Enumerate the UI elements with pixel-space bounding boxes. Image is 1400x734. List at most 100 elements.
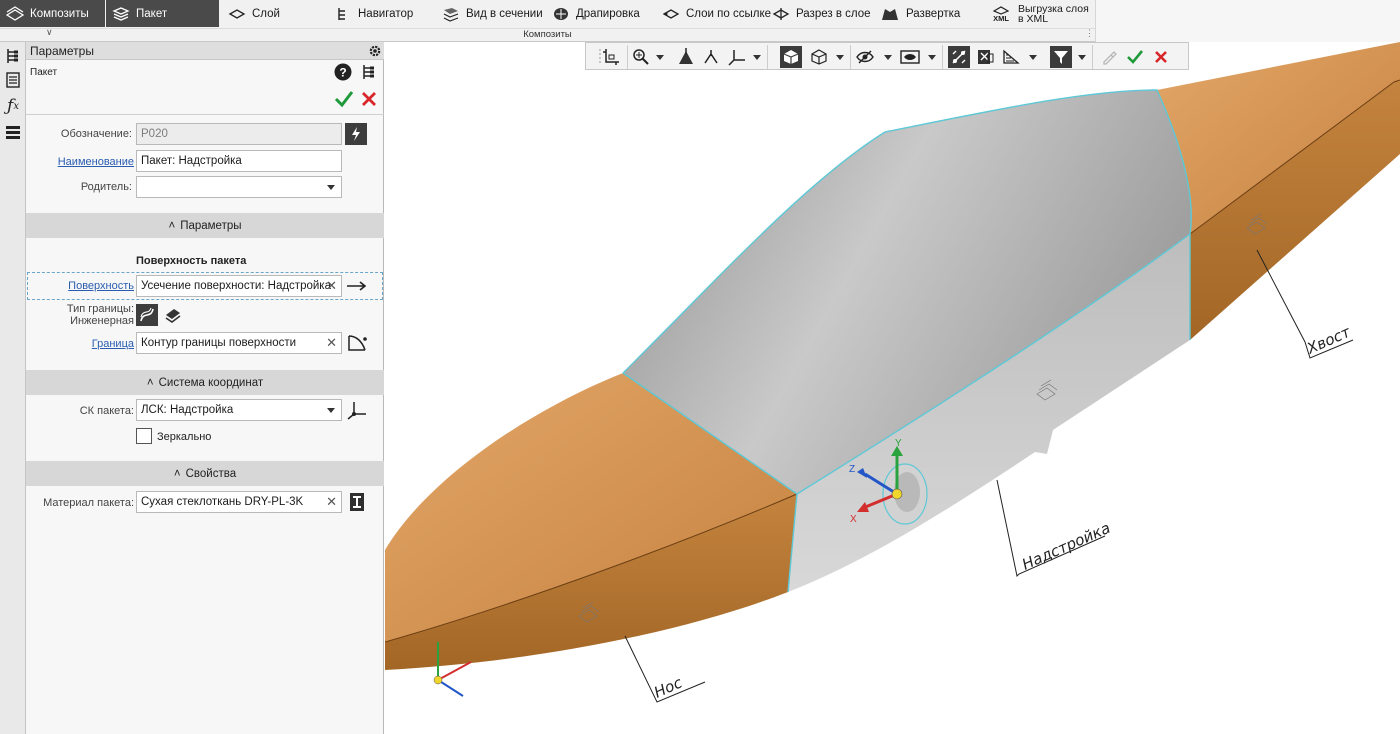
parent-dropdown[interactable] xyxy=(136,176,342,198)
ribbon-tab-draping[interactable]: Драпировка xyxy=(546,0,646,27)
pipette-icon[interactable] xyxy=(1098,46,1120,68)
3d-viewport[interactable]: Y Z X Хвост Надстройка Нос xyxy=(385,42,1400,734)
boundary-label-link[interactable]: Граница xyxy=(26,338,134,350)
material-field[interactable]: Сухая стеклоткань DRY-PL-3K ✕ xyxy=(136,491,342,513)
layers-menu-icon[interactable] xyxy=(3,122,23,142)
axis-orientation-icon[interactable] xyxy=(726,46,748,68)
help-icon[interactable]: ? xyxy=(334,63,352,81)
surface-field[interactable]: Усечение поверхности: Надстройка ✕ xyxy=(136,275,342,297)
ribbon-tab-label: Вид в сечении xyxy=(466,7,543,20)
clear-icon[interactable]: ✕ xyxy=(326,495,337,508)
boundary-type-label-line1: Тип границы: xyxy=(66,303,134,315)
name-label-link[interactable]: Наименование xyxy=(26,156,134,168)
layers-caret-icon[interactable] xyxy=(1029,55,1037,60)
generate-lightning-button[interactable] xyxy=(345,123,367,145)
layer-stack-icon[interactable] xyxy=(1000,46,1022,68)
ribbon-tab-navigator[interactable]: Навигатор xyxy=(330,0,419,27)
tail-part[interactable] xyxy=(1157,42,1400,340)
ribbon-tab-layer-cut[interactable]: Разрез в слое xyxy=(766,0,877,27)
view-caret-icon[interactable] xyxy=(928,55,936,60)
orient-view-icon[interactable] xyxy=(675,46,697,68)
material-value: Сухая стеклоткань DRY-PL-3K xyxy=(141,496,304,508)
orientation-caret-icon[interactable] xyxy=(753,55,761,60)
section-props-header[interactable]: ˄ Свойства xyxy=(26,461,384,486)
ribbon-group-label: Композиты xyxy=(0,28,1095,41)
arrow-right-icon[interactable] xyxy=(346,281,368,291)
designation-field: P020 xyxy=(136,123,342,145)
filter-caret-icon[interactable] xyxy=(1078,55,1086,60)
clear-icon[interactable]: ✕ xyxy=(326,336,337,349)
ribbon-tab-label: Драпировка xyxy=(576,7,640,20)
mirror-checkbox[interactable] xyxy=(136,428,152,444)
surface-label-link[interactable]: Поверхность xyxy=(26,280,134,292)
lightning-icon xyxy=(352,127,360,141)
tree-structure-icon[interactable] xyxy=(361,64,377,80)
ribbon-tab-label: Навигатор xyxy=(358,7,414,20)
model-view: Y Z X Хвост Надстройка Нос xyxy=(385,42,1400,703)
boundary-alt-button[interactable] xyxy=(162,304,184,326)
show-eye-icon[interactable] xyxy=(899,46,921,68)
ribbon-tab-layer[interactable]: Слой xyxy=(222,0,286,27)
material-library-icon xyxy=(350,493,364,511)
chevron-down-icon xyxy=(327,408,335,413)
xml-icon-label: XML xyxy=(993,13,1009,23)
apply-checkmark-button[interactable] xyxy=(1124,46,1146,68)
filter-icon[interactable] xyxy=(1050,46,1072,68)
ok-checkmark-button[interactable] xyxy=(334,90,354,108)
ribbon-tab-label: Слои по ссылке xyxy=(686,7,772,20)
gear-icon[interactable] xyxy=(368,44,382,58)
tree-icon[interactable] xyxy=(3,46,23,66)
display-caret-icon[interactable] xyxy=(836,55,844,60)
coordinate-system-icon[interactable] xyxy=(346,400,368,420)
boundary-field[interactable]: Контур границы поверхности ✕ xyxy=(136,332,342,354)
variables-fx-icon[interactable]: ƒx xyxy=(3,96,23,116)
left-tool-strip: ƒx xyxy=(0,42,26,734)
xml-export-icon: XML xyxy=(990,5,1012,23)
section-params-header[interactable]: ˄ Параметры xyxy=(26,213,384,238)
designation-label: Обозначение: xyxy=(60,128,132,140)
constraints-icon[interactable] xyxy=(948,46,970,68)
select-contour-icon[interactable] xyxy=(346,333,368,353)
section-view-icon xyxy=(443,7,459,22)
material-label: Материал пакета: xyxy=(43,497,134,509)
svg-text:?: ? xyxy=(339,66,346,80)
name-field[interactable]: Пакет: Надстройка xyxy=(136,150,342,172)
material-library-button[interactable] xyxy=(346,491,368,513)
ribbon-tab-label: Пакет xyxy=(136,7,168,20)
ribbon-tab-composites[interactable]: Композиты xyxy=(0,0,105,27)
shaded-cube-icon[interactable] xyxy=(780,46,802,68)
layered-boundary-icon xyxy=(165,309,181,323)
wireframe-cube-icon[interactable] xyxy=(808,46,830,68)
ribbon-tab-linked-layers[interactable]: Слои по ссылке xyxy=(656,0,777,27)
close-x-button[interactable] xyxy=(1150,46,1172,68)
section-cs-label: Система координат xyxy=(158,376,264,389)
rotate-view-icon[interactable] xyxy=(700,46,722,68)
boundary-engineering-button[interactable] xyxy=(136,304,158,326)
sketch-plane-icon[interactable] xyxy=(600,46,622,68)
cancel-x-button[interactable] xyxy=(361,91,377,107)
ribbon-tab-package[interactable]: Пакет xyxy=(106,0,219,27)
toolbar-separator xyxy=(627,45,628,69)
surface-group-title: Поверхность пакета xyxy=(136,255,247,267)
zoom-icon[interactable] xyxy=(630,46,652,68)
ribbon-tab-xml-export[interactable]: XML Выгрузка слоя в XML xyxy=(984,0,1095,28)
clear-icon[interactable]: ✕ xyxy=(326,279,337,292)
layer-icon xyxy=(228,8,246,19)
hide-eye-icon[interactable] xyxy=(854,46,876,68)
toolbar-separator xyxy=(767,45,768,69)
ribbon-tab-section-view[interactable]: Вид в сечении xyxy=(436,0,549,27)
ribbon-tab-flat-pattern[interactable]: Развертка xyxy=(874,0,966,27)
chevron-up-icon: ˄ xyxy=(146,376,154,389)
section-cs-header[interactable]: ˄ Система координат xyxy=(26,370,384,395)
visibility-caret-icon[interactable] xyxy=(884,55,892,60)
properties-list-icon[interactable] xyxy=(3,70,23,90)
boundary-type-label: Тип границы: Инженерная xyxy=(26,303,134,327)
ribbon-empty-area xyxy=(1095,0,1400,42)
section-icon[interactable] xyxy=(974,46,996,68)
name-value: Пакет: Надстройка xyxy=(141,155,242,167)
zoom-caret-icon[interactable] xyxy=(656,55,664,60)
y-axis-label: Y xyxy=(895,438,902,449)
cs-dropdown[interactable]: ЛСК: Надстройка xyxy=(136,399,342,421)
annotation-tail: Хвост xyxy=(1303,322,1354,358)
engineering-boundary-icon xyxy=(140,307,154,322)
